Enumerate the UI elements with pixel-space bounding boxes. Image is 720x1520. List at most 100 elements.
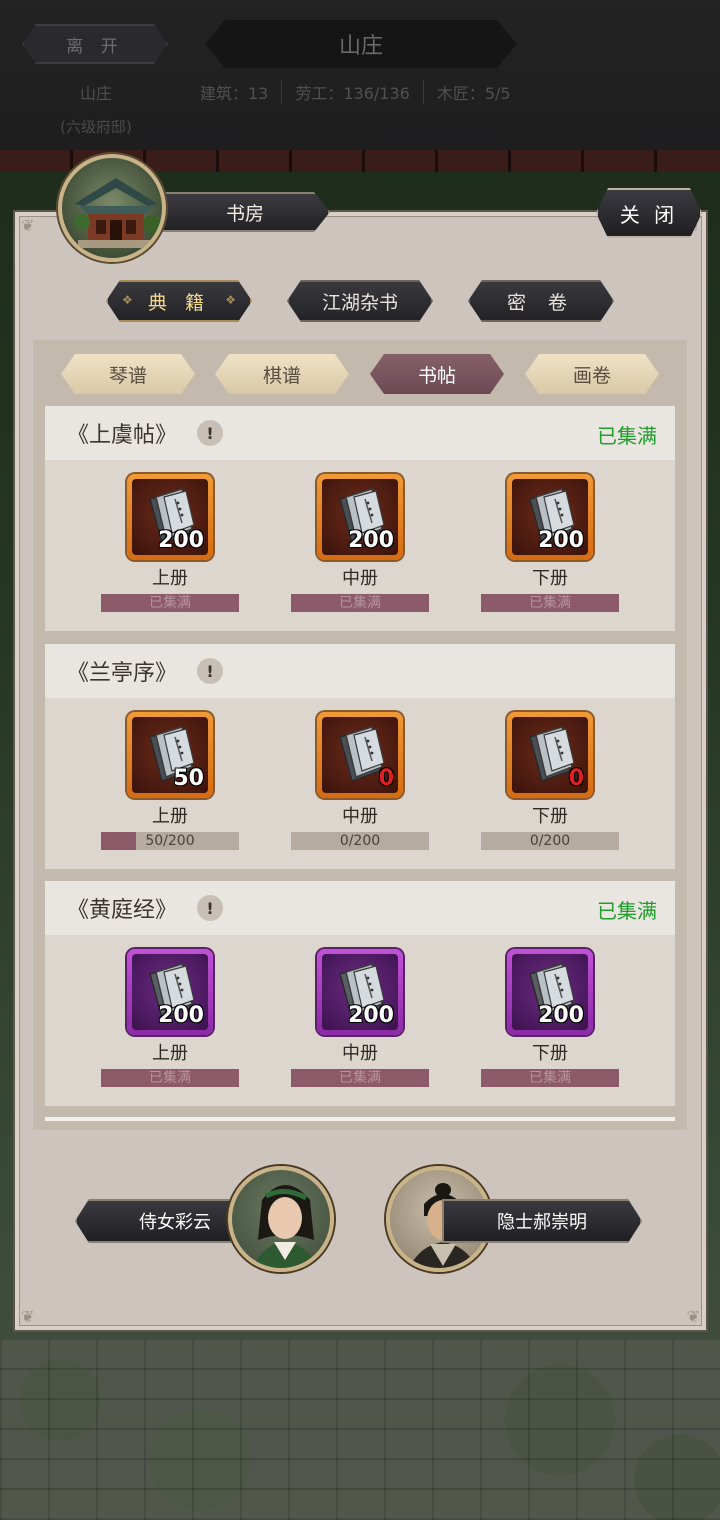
volume-slot[interactable]: 200 中册 已集满 [290,949,430,1087]
volume-item: 200 [322,954,398,1030]
volume-name: 中册 [342,1043,378,1064]
estate-level: (六级府邸) [60,118,132,136]
volume-item-frame[interactable]: 200 [127,474,213,560]
volume-progress-bar: 50/200 [101,832,239,850]
volume-progress-bar: 已集满 [291,594,429,612]
info-icon[interactable]: ! [197,658,224,684]
info-icon[interactable]: ! [197,420,224,446]
volume-name: 上册 [152,568,188,589]
estate-name: 山庄 [79,84,112,103]
progress-text: 0/200 [529,833,571,849]
volume-slot[interactable]: 200 上册 已集满 [100,474,240,612]
volume-name: 上册 [152,806,188,827]
ornament-icon: ❖ [225,293,236,307]
progress-text: 已集满 [529,595,571,611]
progress-text: 已集满 [339,595,381,611]
volume-item: 200 [512,954,588,1030]
volume-item: 0 [322,717,398,793]
stat-laborers: 劳工：136/136 [281,80,422,104]
volume-slot[interactable]: 0 下册 0/200 [480,712,620,850]
close-button[interactable]: 关 闭 [596,188,702,238]
volume-item-frame[interactable]: 200 [317,949,403,1035]
volume-slot[interactable]: 200 上册 已集满 [100,949,240,1087]
collection-name: 《兰亭序》 [67,661,178,686]
tab-secret-scrolls[interactable]: 密 卷 [468,280,614,322]
volume-item: 200 [322,479,398,555]
progress-text: 0/200 [339,833,381,849]
tab-paintings[interactable]: 画卷 [525,354,659,394]
volume-progress-bar: 0/200 [291,832,429,850]
volume-count: 200 [158,528,204,553]
collection-card: 《兰亭序》 ! 50 上册 50/200 0 中册 0/200 0 下册 0/2… [45,644,675,869]
volume-name: 上册 [152,1043,188,1064]
progress-text: 已集满 [339,1070,381,1086]
progress-text: 50/200 [145,833,195,849]
tab-jianghu-books[interactable]: 江湖杂书 [287,280,433,322]
courtyard-pavement [0,1340,720,1520]
panel-title: 书房 [160,192,330,232]
progress-text: 已集满 [149,1070,191,1086]
volume-item-frame[interactable]: 0 [317,712,403,798]
volume-count: 200 [538,1003,584,1028]
volume-progress-bar: 已集满 [481,594,619,612]
collection-name: 《上虞帖》 [67,423,178,448]
volume-count: 0 [568,766,584,791]
volume-progress-bar: 已集满 [291,1069,429,1087]
volume-item: 50 [132,717,208,793]
study-building-icon [58,154,166,262]
npc-maid-avatar[interactable] [228,1166,334,1272]
collection-status: 已集满 [597,899,657,923]
volume-item: 200 [132,954,208,1030]
volume-count: 200 [158,1003,204,1028]
volume-progress-bar: 0/200 [481,832,619,850]
volume-count: 50 [173,766,204,791]
progress-text: 已集满 [149,595,191,611]
corner-ornament: ❦ [21,216,35,235]
volume-item-frame[interactable]: 200 [507,474,593,560]
volume-slot[interactable]: 200 下册 已集满 [480,474,620,612]
volume-name: 下册 [532,568,568,589]
collection-header: 《黄庭经》 ! 已集满 [45,881,675,935]
volume-slot[interactable]: 200 下册 已集满 [480,949,620,1087]
volume-slot[interactable]: 200 中册 已集满 [290,474,430,612]
volume-slot[interactable]: 50 上册 50/200 [100,712,240,850]
volume-count: 200 [348,1003,394,1028]
volume-item: 200 [132,479,208,555]
ornament-icon: ❖ [122,293,133,307]
progress-text: 已集满 [529,1070,571,1086]
volume-name: 下册 [532,806,568,827]
volume-slot[interactable]: 0 中册 0/200 [290,712,430,850]
collection-header: 《兰亭序》 ! [45,644,675,698]
volume-item-frame[interactable]: 200 [317,474,403,560]
stat-buildings: 建筑：13 [200,84,269,103]
volume-item: 0 [512,717,588,793]
stat-carpenters: 木匠：5/5 [422,80,524,104]
volume-item-frame[interactable]: 200 [127,949,213,1035]
leave-button[interactable]: 离 开 [22,24,168,64]
volume-item: 200 [512,479,588,555]
estate-stats: 建筑：13 劳工：136/136 木匠：5/5 [200,80,524,104]
tab-classics-label: 典 籍 [147,291,211,314]
volume-name: 下册 [532,1043,568,1064]
collection-name: 《黄庭经》 [67,898,178,923]
info-icon[interactable]: ! [197,895,224,921]
volume-item-frame[interactable]: 200 [507,949,593,1035]
list-divider [45,1117,675,1121]
tab-classics[interactable]: ❖ 典 籍 ❖ [106,280,252,322]
volume-progress-bar: 已集满 [101,1069,239,1087]
npc-hermit-name[interactable]: 隐士郝崇明 [442,1199,642,1243]
volume-name: 中册 [342,806,378,827]
volume-item-frame[interactable]: 50 [127,712,213,798]
volume-item-frame[interactable]: 0 [507,712,593,798]
collection-card: 《黄庭经》 ! 已集满 200 上册 已集满 200 中册 已集满 200 下册… [45,881,675,1106]
volume-count: 200 [348,528,394,553]
volume-progress-bar: 已集满 [481,1069,619,1087]
tab-calligraphy[interactable]: 书帖 [370,354,504,394]
corner-ornament: ❦ [21,1307,35,1326]
estate-title: 山庄 [205,20,517,68]
tab-qin-scores[interactable]: 琴谱 [61,354,195,394]
volume-name: 中册 [342,568,378,589]
volume-count: 200 [538,528,584,553]
volume-progress-bar: 已集满 [101,594,239,612]
tab-chess-manuals[interactable]: 棋谱 [215,354,349,394]
